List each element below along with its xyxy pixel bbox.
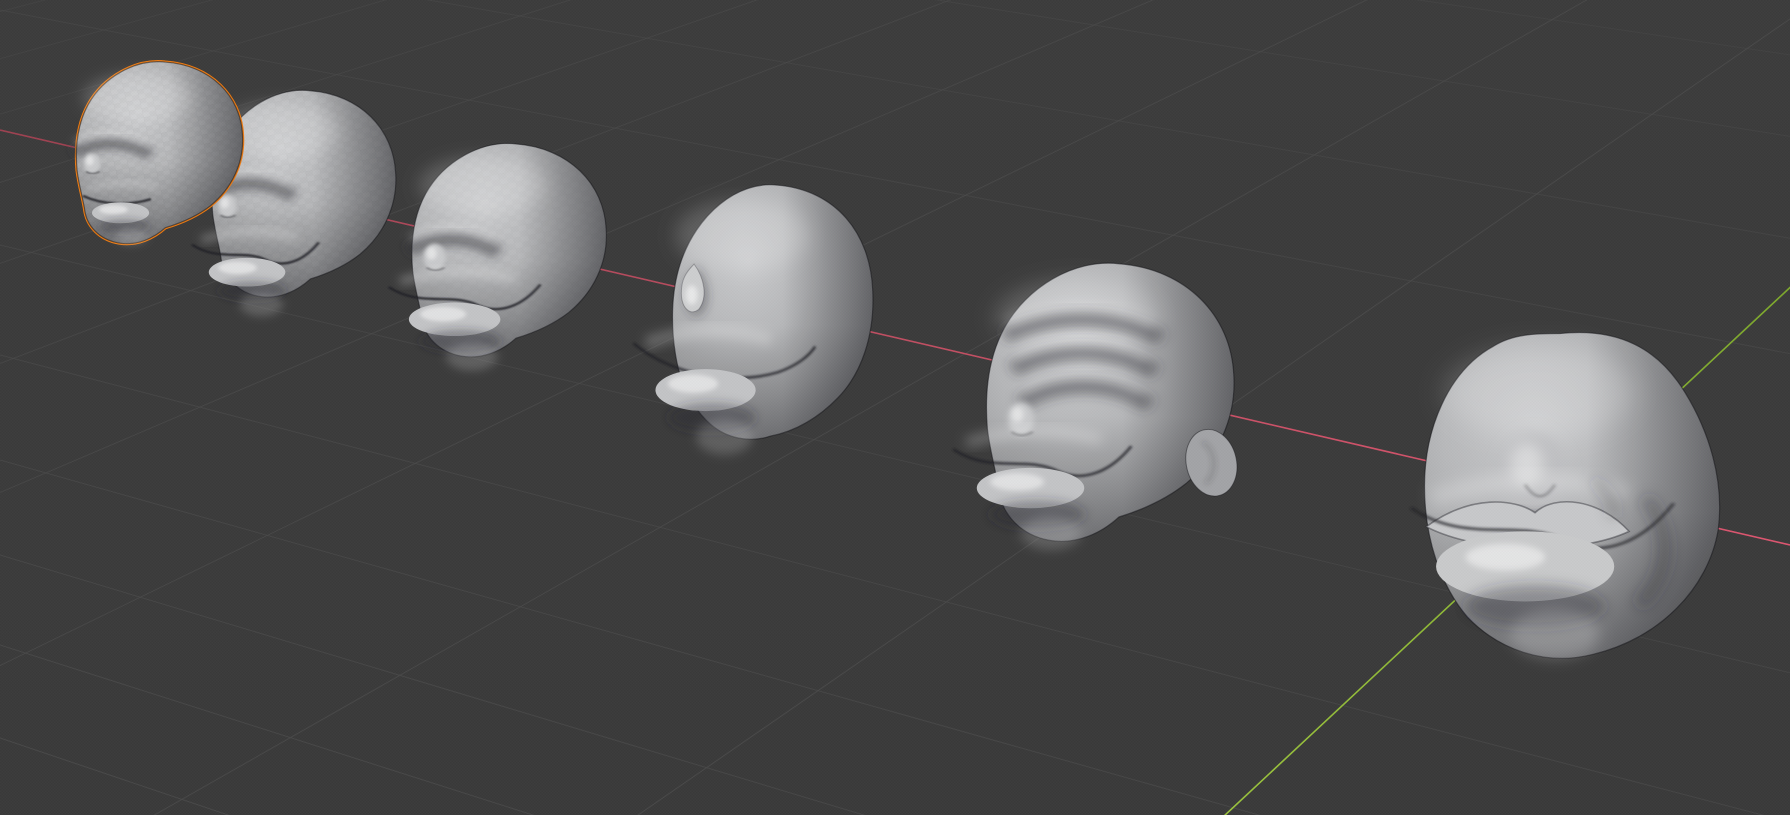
head-object-3[interactable] [389, 143, 607, 370]
scene-objects [73, 62, 1719, 660]
3d-viewport[interactable] [0, 0, 1790, 815]
head-object-6[interactable] [1411, 333, 1719, 660]
head-object-5[interactable] [953, 263, 1242, 550]
viewport-canvas[interactable] [0, 0, 1790, 815]
head-object-4[interactable] [634, 185, 873, 455]
